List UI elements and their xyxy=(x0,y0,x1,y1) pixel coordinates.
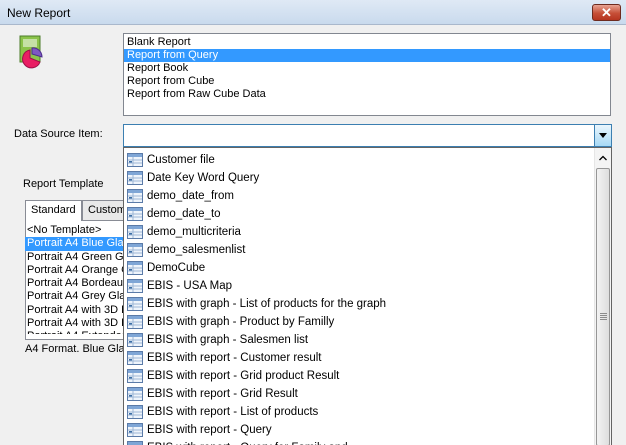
dropdown-list[interactable]: Customer file Date Key Word Query demo_dat… xyxy=(124,151,595,445)
dropdown-scrollbar[interactable] xyxy=(594,148,611,445)
dropdown-item[interactable]: demo_multicriteria xyxy=(124,223,595,241)
template-item[interactable]: Portrait A4 Green Gla xyxy=(25,251,135,264)
grip-icon xyxy=(600,313,607,321)
combo-dropdown-button[interactable] xyxy=(594,125,611,146)
dropdown-item[interactable]: EBIS with report - Grid product Result xyxy=(124,367,595,385)
query-icon xyxy=(127,423,143,437)
query-icon xyxy=(127,351,143,365)
window-title: New Report xyxy=(7,6,71,20)
dropdown-item-label: EBIS with report - Grid product Result xyxy=(147,370,340,382)
query-icon xyxy=(127,279,143,293)
dropdown-item[interactable]: Date Key Word Query xyxy=(124,169,595,187)
dropdown-item-label: Customer file xyxy=(147,154,215,166)
query-icon xyxy=(127,243,143,257)
report-type-item[interactable]: Blank Report xyxy=(124,36,610,49)
report-type-item[interactable]: Report from Cube xyxy=(124,75,610,88)
template-item[interactable]: Portrait A4 with 3D E xyxy=(25,304,135,317)
report-wizard-icon xyxy=(19,35,43,69)
query-icon xyxy=(127,405,143,419)
report-type-item[interactable]: Report Book xyxy=(124,62,610,75)
dropdown-item[interactable]: EBIS with report - Grid Result xyxy=(124,385,595,403)
dropdown-item[interactable]: EBIS with report - List of products xyxy=(124,403,595,421)
dropdown-item[interactable]: EBIS - USA Map xyxy=(124,277,595,295)
close-button[interactable]: ✕ xyxy=(592,4,621,21)
report-type-list[interactable]: Blank Report Report from Query Report Book… xyxy=(123,33,611,116)
dropdown-item[interactable]: DemoCube xyxy=(124,259,595,277)
chevron-up-icon xyxy=(599,155,607,161)
query-icon xyxy=(127,387,143,401)
report-template-label: Report Template xyxy=(23,178,104,190)
dropdown-item-label: EBIS with report - Query xyxy=(147,424,272,436)
template-item[interactable]: Portrait A4 Bordeaux xyxy=(25,277,135,290)
query-icon xyxy=(127,207,143,221)
dropdown-item[interactable]: demo_date_from xyxy=(124,187,595,205)
data-source-label: Data Source Item: xyxy=(14,128,103,140)
template-item[interactable]: Portrait A4 with 3D E xyxy=(25,317,135,330)
template-list[interactable]: <No Template> Portrait A4 Blue Glas Portra… xyxy=(25,224,135,334)
dropdown-item[interactable]: demo_salesmenlist xyxy=(124,241,595,259)
dropdown-item-label: demo_date_to xyxy=(147,208,221,220)
dropdown-item[interactable]: EBIS with report - Query for Family and xyxy=(124,439,595,445)
dropdown-item-label: EBIS with report - Grid Result xyxy=(147,388,298,400)
dropdown-item[interactable]: EBIS with report - Customer result xyxy=(124,349,595,367)
dropdown-item-label: EBIS with graph - List of products for t… xyxy=(147,298,387,310)
query-icon xyxy=(127,225,143,239)
dropdown-item[interactable]: EBIS with graph - Product by Familly xyxy=(124,313,595,331)
dropdown-item[interactable]: demo_date_to xyxy=(124,205,595,223)
dropdown-item-label: EBIS with graph - Salesmen list xyxy=(147,334,309,346)
dropdown-item-label: EBIS - USA Map xyxy=(147,280,233,292)
template-item[interactable]: Portrait A4 Orange G xyxy=(25,264,135,277)
query-icon xyxy=(127,261,143,275)
tab-standard[interactable]: Standard xyxy=(25,200,82,221)
scroll-thumb[interactable] xyxy=(596,168,610,445)
query-icon xyxy=(127,171,143,185)
query-icon xyxy=(127,333,143,347)
report-type-item[interactable]: Report from Query xyxy=(124,49,610,62)
data-source-dropdown[interactable]: Customer file Date Key Word Query demo_dat… xyxy=(123,147,612,445)
title-bar: New Report ✕ xyxy=(0,0,626,25)
dropdown-item-label: EBIS with report - List of products xyxy=(147,406,319,418)
query-icon xyxy=(127,153,143,167)
query-icon xyxy=(127,297,143,311)
dropdown-item[interactable]: EBIS with graph - Salesmen list xyxy=(124,331,595,349)
query-icon xyxy=(127,189,143,203)
template-description: A4 Format. Blue Glas xyxy=(25,343,131,355)
chevron-down-icon xyxy=(599,133,607,138)
scroll-up-button[interactable] xyxy=(595,150,611,167)
report-type-item[interactable]: Report from Raw Cube Data xyxy=(124,88,610,101)
dropdown-item-label: EBIS with graph - Product by Familly xyxy=(147,316,335,328)
data-source-combo[interactable] xyxy=(123,124,612,147)
query-icon xyxy=(127,369,143,383)
dropdown-item-label: DemoCube xyxy=(147,262,206,274)
template-item[interactable]: Portrait A4 Blue Glas xyxy=(25,237,135,251)
dropdown-item[interactable]: EBIS with graph - List of products for t… xyxy=(124,295,595,313)
query-icon xyxy=(127,441,143,445)
dropdown-item-label: demo_salesmenlist xyxy=(147,244,246,256)
template-item[interactable]: Portrait A4 Grey Glas xyxy=(25,290,135,303)
template-item[interactable]: <No Template> xyxy=(25,224,135,237)
dropdown-item-label: Date Key Word Query xyxy=(147,172,260,184)
dropdown-item-label: demo_multicriteria xyxy=(147,226,241,238)
template-item[interactable]: Portrait A4 Extended xyxy=(25,330,135,334)
dropdown-item-label: demo_date_from xyxy=(147,190,234,202)
dropdown-item[interactable]: EBIS with report - Query xyxy=(124,421,595,439)
query-icon xyxy=(127,315,143,329)
dropdown-item[interactable]: Customer file xyxy=(124,151,595,169)
dropdown-item-label: EBIS with report - Customer result xyxy=(147,352,322,364)
